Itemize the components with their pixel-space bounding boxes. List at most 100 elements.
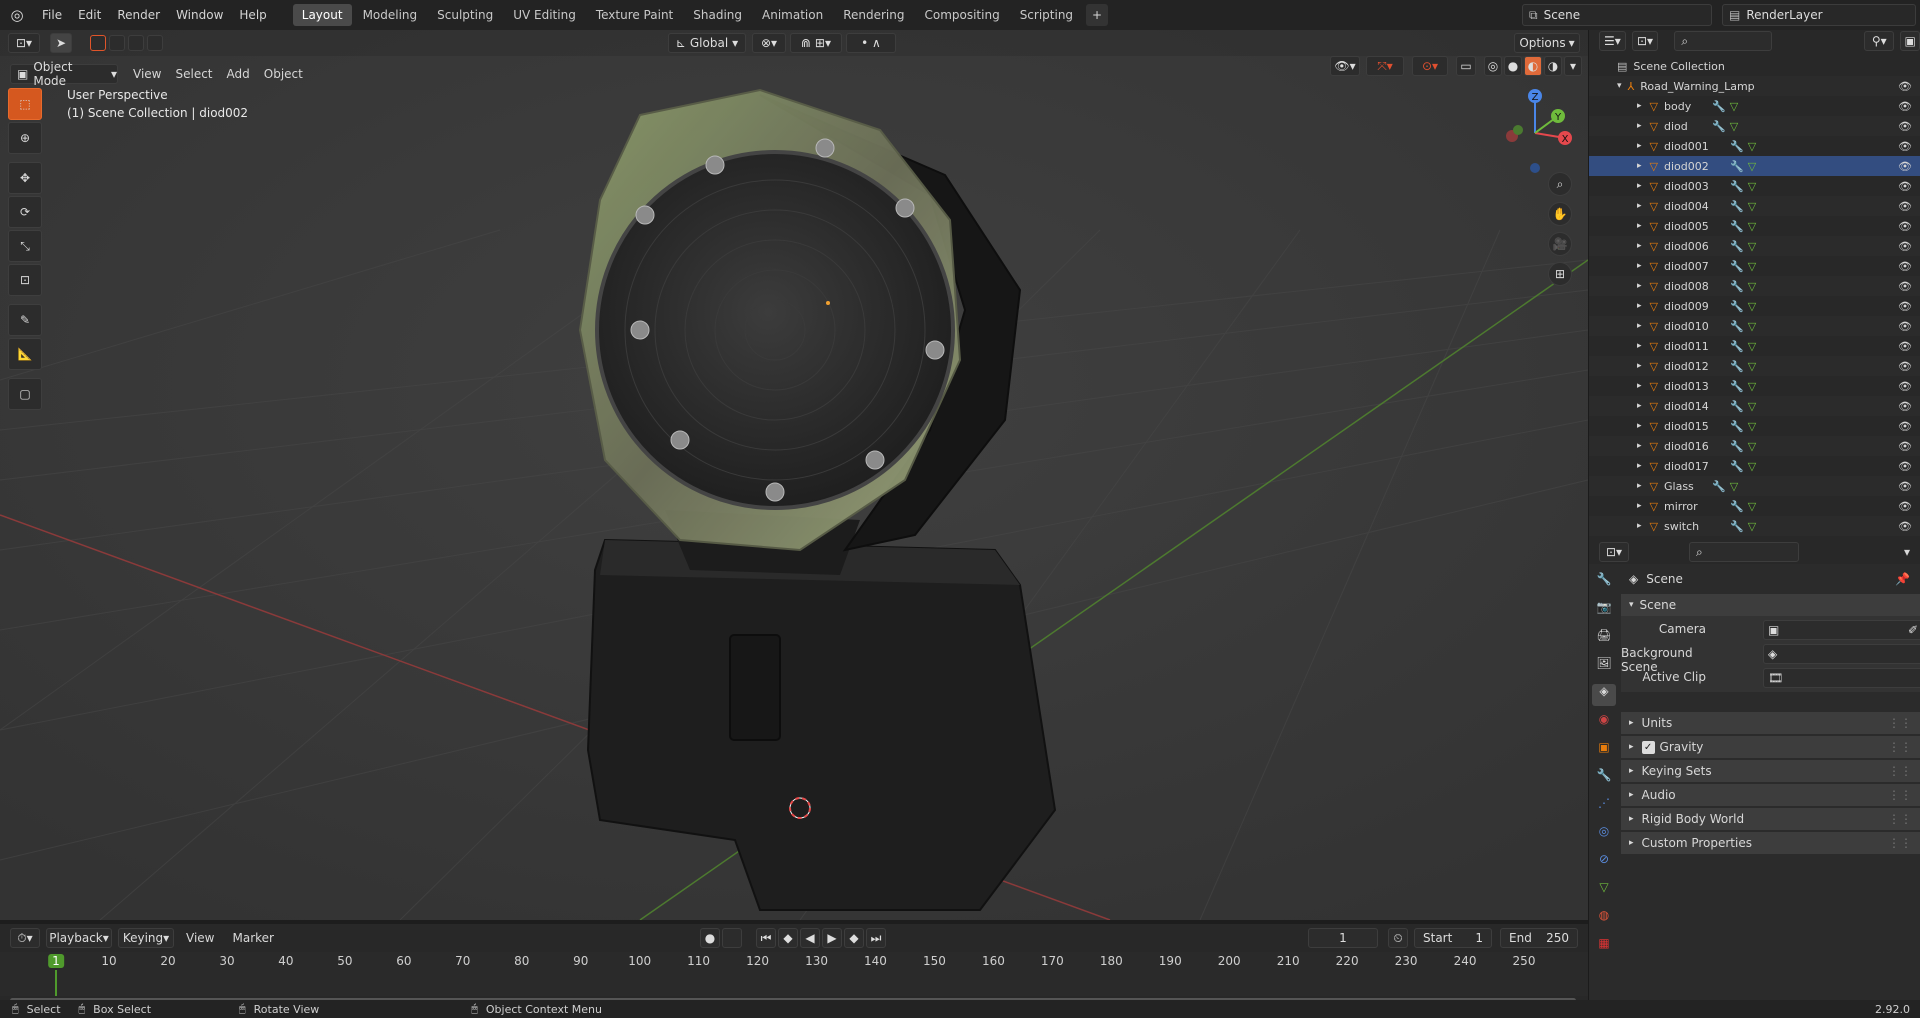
filter-button[interactable]: ⚲▾	[1864, 31, 1895, 51]
collection-row[interactable]: ▾ ⅄ Road_Warning_Lamp 👁	[1589, 76, 1920, 96]
properties-editor-type-button[interactable]: ⊡▾	[1599, 542, 1629, 562]
prev-keyframe-icon[interactable]: ◆	[778, 928, 798, 948]
modifier-icon[interactable]: 🔧	[1730, 200, 1744, 213]
eye-icon[interactable]: 👁	[1898, 460, 1912, 473]
mesh-data-icon[interactable]: ▽	[1748, 220, 1756, 233]
mesh-data-icon[interactable]: ▽	[1748, 440, 1756, 453]
subtract-selection-icon[interactable]	[128, 35, 144, 51]
playhead[interactable]	[55, 970, 57, 996]
transform-orientation-dropdown[interactable]: ⊾ Global ▾	[668, 33, 746, 53]
add-workspace-button[interactable]: +	[1086, 4, 1109, 26]
expand-arrow-icon[interactable]: ▸	[1637, 221, 1642, 231]
collapse-icon[interactable]: ▾	[1904, 545, 1910, 559]
mesh-data-icon[interactable]: ▽	[1748, 340, 1756, 353]
expand-arrow-icon[interactable]: ▸	[1637, 361, 1642, 371]
modifier-icon[interactable]: 🔧	[1730, 500, 1744, 513]
zoom-icon[interactable]: ⌕	[1548, 172, 1572, 196]
menu-render[interactable]: Render	[109, 0, 168, 30]
subpanel-header[interactable]: ▸ Audio ⋮⋮	[1621, 784, 1920, 806]
options-dropdown[interactable]: Options ▾	[1514, 33, 1580, 53]
mode-dropdown[interactable]: ▣ Object Mode ▾	[10, 60, 118, 88]
expand-arrow-icon[interactable]: ▸	[1637, 461, 1642, 471]
expand-arrow-icon[interactable]: ▸	[1637, 381, 1642, 391]
expand-arrow-icon[interactable]: ▸	[1637, 301, 1642, 311]
mesh-data-icon[interactable]: ▽	[1748, 160, 1756, 173]
editor-type-button[interactable]: ⊡▾	[8, 33, 40, 53]
eye-icon[interactable]: 👁	[1898, 80, 1912, 93]
mesh-data-icon[interactable]: ▽	[1748, 420, 1756, 433]
outliner-item[interactable]: ▸ ▽ Glass 🔧 ▽ 👁	[1589, 476, 1920, 496]
drag-handle-icon[interactable]: ⋮⋮	[1888, 788, 1912, 802]
extend-selection-icon[interactable]	[109, 35, 125, 51]
timeline-view-menu[interactable]: View	[180, 931, 220, 945]
properties-search-input[interactable]: ⌕	[1689, 542, 1799, 562]
tab-rendering[interactable]: Rendering	[834, 4, 913, 26]
view-layer-selector[interactable]: ▤ RenderLayer	[1722, 4, 1916, 26]
eye-icon[interactable]: 👁	[1898, 120, 1912, 133]
expand-arrow-icon[interactable]: ▸	[1637, 501, 1642, 511]
tab-sculpting[interactable]: Sculpting	[428, 4, 502, 26]
visibility-dropdown[interactable]: 👁▾	[1330, 56, 1360, 76]
modifier-icon[interactable]: 🔧	[1730, 160, 1744, 173]
rendered-shading-icon[interactable]: ◑	[1544, 56, 1562, 76]
camera-view-icon[interactable]: 🎥	[1548, 232, 1572, 256]
add-cube-tool[interactable]: ▢	[8, 378, 42, 410]
outliner-item[interactable]: ▸ ▽ mirror 🔧 ▽ 👁	[1589, 496, 1920, 516]
constraints-tab-icon[interactable]: ⊘	[1599, 852, 1609, 874]
play-icon[interactable]: ▶	[822, 928, 842, 948]
tab-texture-paint[interactable]: Texture Paint	[587, 4, 682, 26]
subpanel-header[interactable]: ▸ ✓ Gravity ⋮⋮	[1621, 736, 1920, 758]
new-selection-icon[interactable]	[90, 35, 106, 51]
object-tab-icon[interactable]: ▣	[1598, 740, 1609, 762]
overlays-toggle[interactable]: ⊙▾	[1412, 56, 1448, 76]
select-box-tool[interactable]: ⬚	[8, 88, 42, 120]
outliner-item[interactable]: ▸ ▽ diod002 🔧 ▽ 👁	[1589, 156, 1920, 176]
data-tab-icon[interactable]: ▽	[1599, 880, 1608, 902]
eye-icon[interactable]: 👁	[1898, 500, 1912, 513]
expand-arrow-icon[interactable]: ▸	[1637, 441, 1642, 451]
mesh-data-icon[interactable]: ▽	[1730, 480, 1738, 493]
menu-select[interactable]: Select	[168, 67, 219, 81]
menu-add[interactable]: Add	[220, 67, 257, 81]
eye-icon[interactable]: 👁	[1898, 340, 1912, 353]
outliner-item[interactable]: ▸ ▽ diod016 🔧 ▽ 👁	[1589, 436, 1920, 456]
particles-tab-icon[interactable]: ⋰	[1598, 796, 1610, 818]
eye-icon[interactable]: 👁	[1898, 440, 1912, 453]
modifier-icon[interactable]: 🔧	[1730, 240, 1744, 253]
xray-toggle[interactable]: ▭	[1456, 56, 1476, 76]
expand-arrow-icon[interactable]: ▸	[1637, 341, 1642, 351]
modifier-icon[interactable]: 🔧	[1712, 100, 1726, 113]
expand-arrow-icon[interactable]: ▸	[1637, 181, 1642, 191]
outliner-item[interactable]: ▸ ▽ diod009 🔧 ▽ 👁	[1589, 296, 1920, 316]
outliner-editor-type-button[interactable]: ☰▾	[1599, 31, 1626, 51]
modifier-icon[interactable]: 🔧	[1730, 220, 1744, 233]
modifier-icon[interactable]: 🔧	[1730, 180, 1744, 193]
modifier-icon[interactable]: 🔧	[1730, 400, 1744, 413]
menu-file[interactable]: File	[34, 0, 70, 30]
end-frame-field[interactable]: End 250	[1500, 928, 1578, 948]
3d-viewport[interactable]: ⊡▾ ➤ ▣ Object Mode ▾ View Select Add Obj…	[0, 30, 1588, 920]
expand-arrow-icon[interactable]: ▸	[1637, 261, 1642, 271]
outliner-item[interactable]: ▸ ▽ diod001 🔧 ▽ 👁	[1589, 136, 1920, 156]
eye-icon[interactable]: 👁	[1898, 280, 1912, 293]
modifier-icon[interactable]: 🔧	[1730, 260, 1744, 273]
transform-tool[interactable]: ⊡	[8, 264, 42, 296]
expand-arrow-icon[interactable]: ▸	[1637, 401, 1642, 411]
expand-arrow-icon[interactable]: ▸	[1637, 321, 1642, 331]
modifier-icon[interactable]: 🔧	[1730, 440, 1744, 453]
tab-animation[interactable]: Animation	[753, 4, 832, 26]
modifier-icon[interactable]: 🔧	[1730, 140, 1744, 153]
eye-icon[interactable]: 👁	[1898, 380, 1912, 393]
eye-icon[interactable]: 👁	[1898, 240, 1912, 253]
outliner-search-input[interactable]: ⌕	[1674, 31, 1773, 51]
eye-icon[interactable]: 👁	[1898, 420, 1912, 433]
mesh-data-icon[interactable]: ▽	[1748, 320, 1756, 333]
tab-layout[interactable]: Layout	[292, 4, 352, 26]
menu-help[interactable]: Help	[231, 0, 274, 30]
frame-ruler[interactable]: 1 10 20 30 40 50 60 70 80 90 100 110 120 130 140 150 160…	[0, 952, 1588, 996]
pivot-point-dropdown[interactable]: ⊗▾	[752, 33, 786, 53]
expand-arrow-icon[interactable]: ▸	[1637, 101, 1642, 111]
drag-handle-icon[interactable]: ⋮⋮	[1888, 740, 1912, 754]
outliner-item[interactable]: ▸ ▽ switch 🔧 ▽ 👁	[1589, 516, 1920, 536]
current-frame-field[interactable]: 1	[1308, 928, 1378, 948]
